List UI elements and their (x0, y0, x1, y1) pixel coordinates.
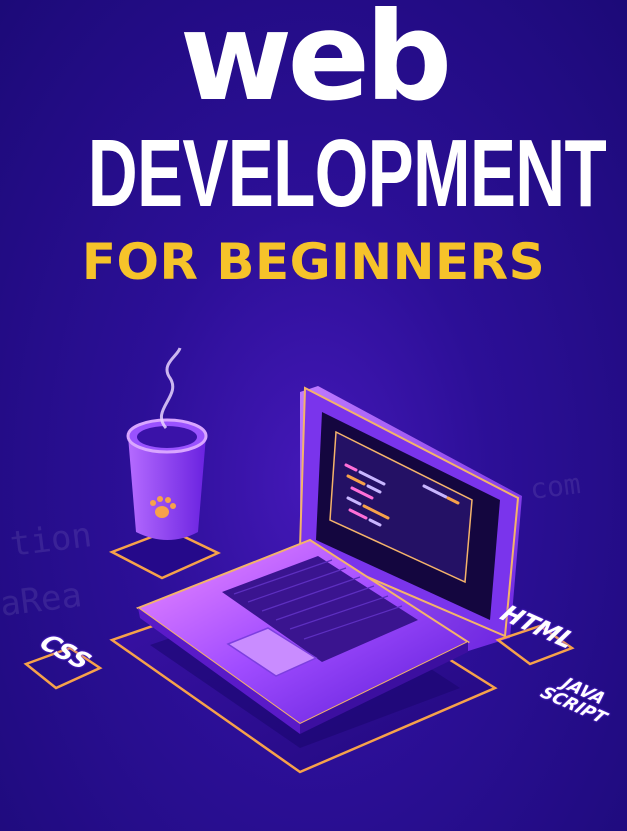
book-cover: tion aRea com web DEVELOPMENT FOR BEGINN… (0, 0, 627, 831)
laptop-illustration (23, 347, 575, 774)
